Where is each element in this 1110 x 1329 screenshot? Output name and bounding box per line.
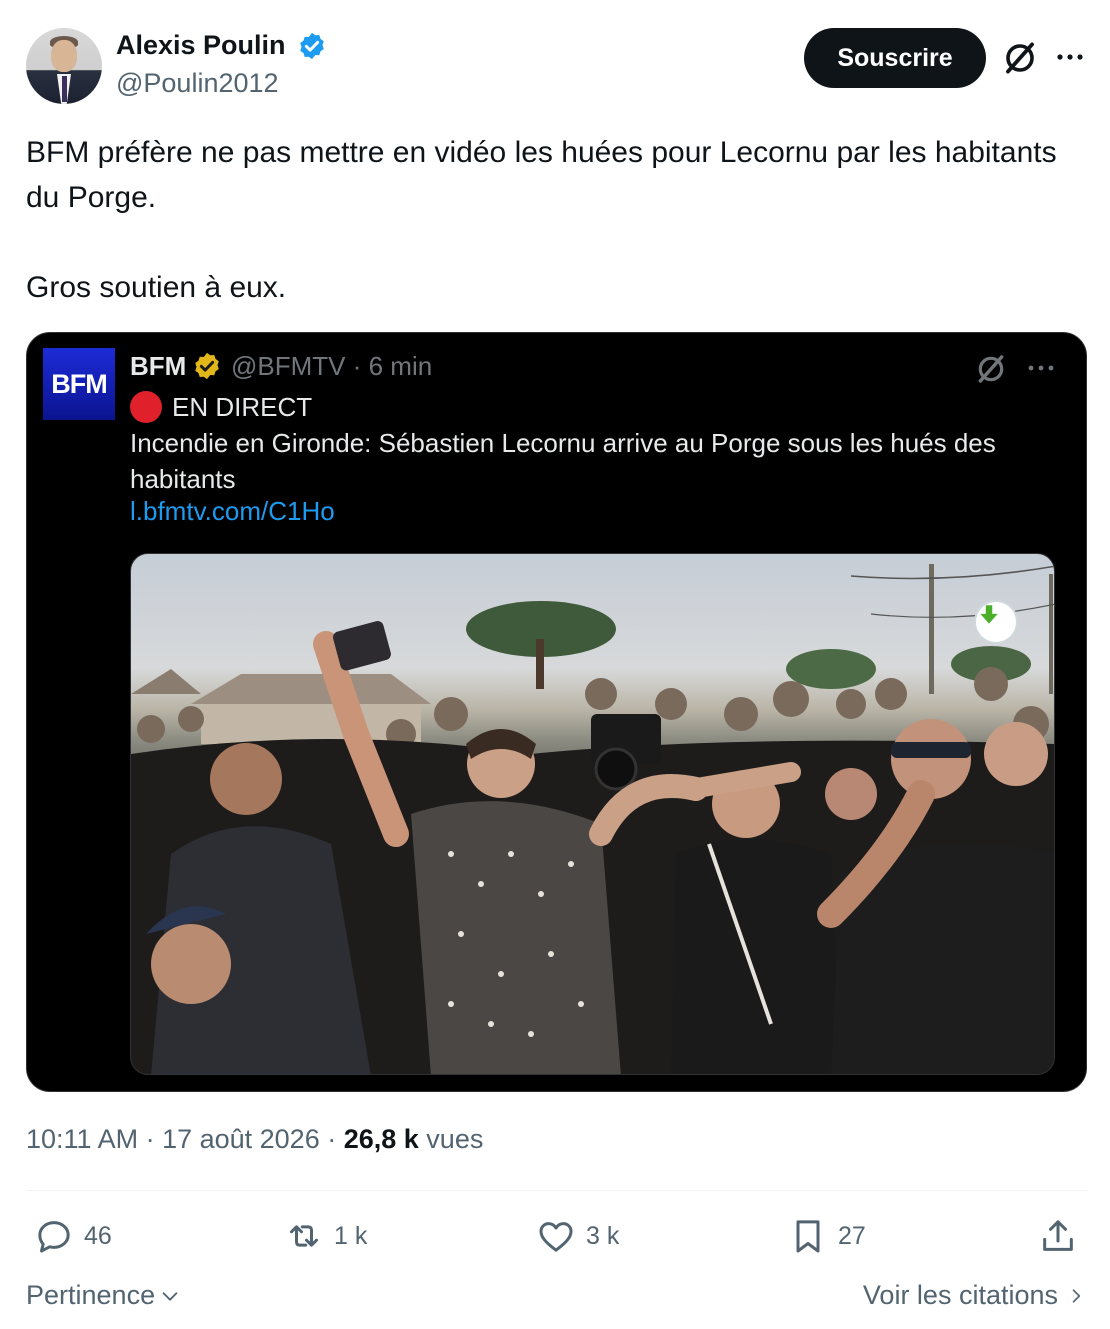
download-icon[interactable] bbox=[974, 600, 1018, 644]
more-options-icon[interactable] bbox=[1054, 44, 1086, 70]
tweet-text: BFM préfère ne pas mettre en vidéo les h… bbox=[26, 136, 1057, 304]
quoted-handle-time: @BFMTV · 6 min bbox=[231, 351, 433, 381]
reply-button[interactable]: 46 bbox=[34, 1216, 112, 1256]
like-button[interactable]: 3 k bbox=[536, 1216, 619, 1256]
reply-icon bbox=[38, 1221, 70, 1253]
grok-icon[interactable] bbox=[1002, 40, 1038, 76]
view-count: 26,8 k bbox=[343, 1124, 419, 1154]
author-handle[interactable]: @Poulin2012 bbox=[116, 68, 279, 99]
view-quotes-label: Voir les citations bbox=[862, 1280, 1058, 1310]
bfm-logo[interactable]: BFM bbox=[43, 348, 115, 420]
share-icon bbox=[1043, 1220, 1073, 1251]
subscribe-button[interactable]: Souscrire bbox=[804, 28, 986, 88]
bookmark-count: 27 bbox=[838, 1221, 866, 1250]
like-count: 3 k bbox=[586, 1221, 620, 1250]
bookmark-icon bbox=[796, 1220, 820, 1253]
more-options-icon[interactable] bbox=[1025, 355, 1057, 381]
author-name[interactable]: Alexis Poulin bbox=[116, 30, 286, 61]
avatar[interactable] bbox=[26, 28, 102, 104]
repost-icon bbox=[290, 1225, 318, 1247]
verified-badge-icon bbox=[300, 32, 324, 60]
views-label: vues bbox=[418, 1124, 484, 1154]
share-button[interactable] bbox=[1038, 1216, 1078, 1256]
repost-count: 1 k bbox=[334, 1221, 368, 1250]
quoted-tweet-card[interactable]: BFM BFM @BFMTV · 6 min EN DIRECT Incendi… bbox=[26, 332, 1087, 1092]
sort-label: Pertinence bbox=[26, 1280, 156, 1310]
heart-icon bbox=[539, 1222, 573, 1252]
tweet-meta: 10:11 AM · 17 août 2026 · 26,8 k vues bbox=[26, 1124, 483, 1155]
crowd-scene-image bbox=[131, 564, 1054, 1074]
red-circle-icon bbox=[130, 391, 162, 423]
quoted-author-name[interactable]: BFM bbox=[130, 351, 186, 382]
tweet-timestamp[interactable]: 10:11 AM · 17 août 2026 · bbox=[26, 1124, 344, 1154]
chevron-down-icon bbox=[162, 1291, 178, 1301]
avatar-face bbox=[51, 40, 77, 72]
repost-button[interactable]: 1 k bbox=[284, 1216, 367, 1256]
view-quotes-link[interactable]: Voir les citations bbox=[863, 1280, 1086, 1311]
live-label: EN DIRECT bbox=[172, 391, 313, 422]
video-thumbnail[interactable] bbox=[130, 553, 1055, 1075]
chevron-right-icon bbox=[1072, 1288, 1081, 1303]
reply-count: 46 bbox=[84, 1221, 112, 1250]
quoted-link[interactable]: l.bfmtv.com/C1Ho bbox=[130, 496, 335, 527]
divider bbox=[26, 1190, 1087, 1191]
bookmark-button[interactable]: 27 bbox=[788, 1216, 866, 1256]
live-indicator: EN DIRECT bbox=[130, 391, 312, 423]
grok-icon[interactable] bbox=[975, 353, 1007, 385]
verified-gold-badge-icon bbox=[195, 352, 219, 380]
avatar-tie bbox=[62, 76, 67, 102]
sort-dropdown[interactable]: Pertinence bbox=[26, 1280, 181, 1311]
quoted-tweet-text: Incendie en Gironde: Sébastien Lecornu a… bbox=[130, 428, 996, 494]
